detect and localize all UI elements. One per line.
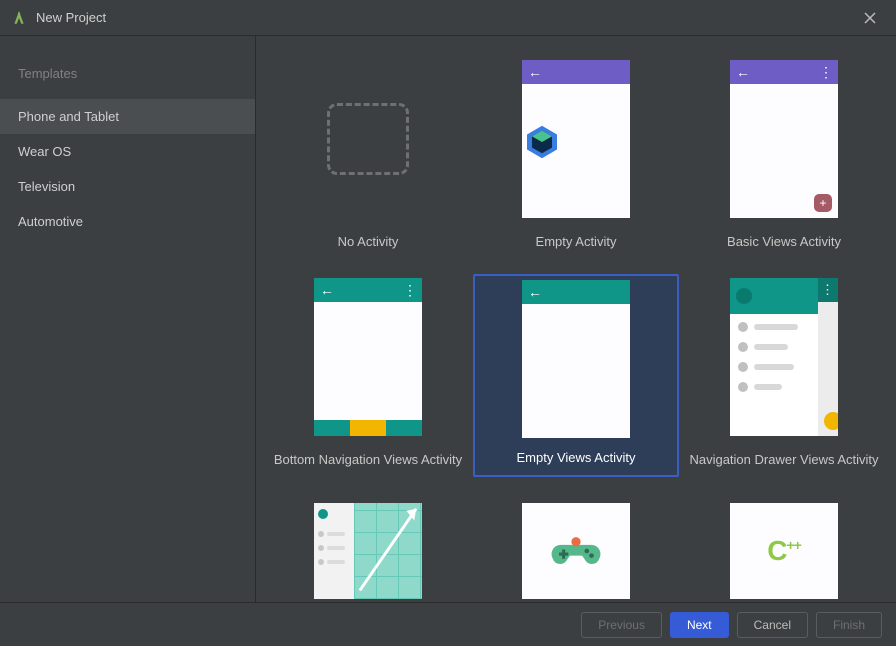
finish-button[interactable]: Finish (816, 612, 882, 638)
template-card-native-cpp[interactable]: C++ Native C++ (681, 499, 887, 602)
template-label: Empty Views Activity (517, 450, 636, 465)
mock-body (522, 304, 630, 438)
sidebar-header: Templates (0, 56, 255, 99)
template-card-bottom-navigation[interactable]: ← ⋮ Bottom Navigation Views Activity (265, 274, 471, 476)
mock-drawer-header (730, 278, 818, 314)
mock-nav-rail (314, 503, 354, 599)
template-card-basic-views-activity[interactable]: ← ⋮ + Basic Views Activity (681, 56, 887, 252)
overflow-menu-icon: ⋮ (819, 64, 832, 81)
template-label: No Activity (338, 234, 399, 249)
sidebar-item-television[interactable]: Television (0, 169, 255, 204)
sidebar: Templates Phone and Tablet Wear OS Telev… (0, 36, 256, 602)
template-thumbnail: ← ⋮ + (730, 60, 838, 218)
overflow-menu-icon: ⋮ (821, 282, 834, 298)
avatar-icon (736, 288, 752, 304)
mock-body (522, 503, 630, 599)
overflow-menu-icon: ⋮ (403, 282, 416, 299)
resize-arrow-icon (354, 503, 422, 596)
mock-appbar: ← ⋮ (314, 278, 422, 302)
template-thumbnail: ← ⋮ (314, 278, 422, 436)
template-thumbnail: ⋮ (730, 278, 838, 436)
template-label: Bottom Navigation Views Activity (274, 452, 462, 467)
mock-body (314, 302, 422, 420)
template-card-empty-activity[interactable]: ← Empty Activity (473, 56, 679, 252)
template-gallery: No Activity ← Empty Activ (256, 36, 896, 602)
compose-logo-icon (522, 122, 562, 162)
next-button[interactable]: Next (670, 612, 729, 638)
fab-icon (824, 412, 838, 430)
mock-body (522, 84, 630, 218)
template-grid: No Activity ← Empty Activ (265, 56, 887, 602)
mock-body: + (730, 84, 838, 218)
mock-responsive-pane (354, 503, 422, 599)
mock-appbar: ← ⋮ (730, 60, 838, 84)
template-card-no-activity[interactable]: No Activity (265, 56, 471, 252)
back-arrow-icon: ← (528, 284, 542, 300)
main-area: Templates Phone and Tablet Wear OS Telev… (0, 36, 896, 602)
cancel-button[interactable]: Cancel (737, 612, 808, 638)
template-card-responsive-views[interactable]: Responsive Views Activity (265, 499, 471, 602)
back-arrow-icon: ← (736, 64, 750, 80)
mock-appbar: ← (522, 60, 630, 84)
back-arrow-icon: ← (528, 64, 542, 80)
template-thumbnail: C++ (730, 503, 838, 599)
titlebar: New Project (0, 0, 896, 36)
sidebar-item-automotive[interactable]: Automotive (0, 204, 255, 239)
mock-drawer-content: ⋮ (818, 278, 838, 436)
android-studio-icon (12, 10, 26, 26)
cpp-logo-icon: C++ (767, 535, 801, 567)
template-card-game-activity[interactable]: Game Activity (C++) (473, 499, 679, 602)
template-thumbnail (314, 60, 422, 218)
close-button[interactable] (856, 4, 884, 32)
wizard-footer: Previous Next Cancel Finish (0, 602, 896, 646)
template-thumbnail (522, 503, 630, 599)
sidebar-item-wear-os[interactable]: Wear OS (0, 134, 255, 169)
template-thumbnail: ← (522, 280, 630, 438)
template-card-empty-views-activity[interactable]: ← Empty Views Activity (473, 274, 679, 476)
fab-icon: + (814, 194, 832, 212)
sidebar-item-label: Automotive (18, 214, 83, 229)
back-arrow-icon: ← (320, 282, 334, 298)
sidebar-item-phone-and-tablet[interactable]: Phone and Tablet (0, 99, 255, 134)
mock-body: C++ (730, 503, 838, 599)
template-label: Empty Activity (536, 234, 617, 249)
window-title: New Project (36, 10, 106, 25)
mock-appbar: ← (522, 280, 630, 304)
mock-bottom-nav (314, 420, 422, 436)
template-thumbnail: ← (522, 60, 630, 218)
template-card-navigation-drawer[interactable]: ⋮ Navigation Drawer Views Activity (681, 274, 887, 476)
gamepad-icon (551, 534, 601, 568)
sidebar-item-label: Wear OS (18, 144, 71, 159)
mock-drawer-panel (730, 278, 818, 436)
sidebar-item-label: Television (18, 179, 75, 194)
template-thumbnail (314, 503, 422, 599)
template-label: Navigation Drawer Views Activity (689, 452, 878, 467)
mock-drawer-list (730, 314, 818, 400)
sidebar-item-label: Phone and Tablet (18, 109, 119, 124)
template-label: Basic Views Activity (727, 234, 841, 249)
dashed-placeholder-icon (327, 103, 409, 175)
previous-button[interactable]: Previous (581, 612, 662, 638)
close-icon (864, 12, 876, 24)
